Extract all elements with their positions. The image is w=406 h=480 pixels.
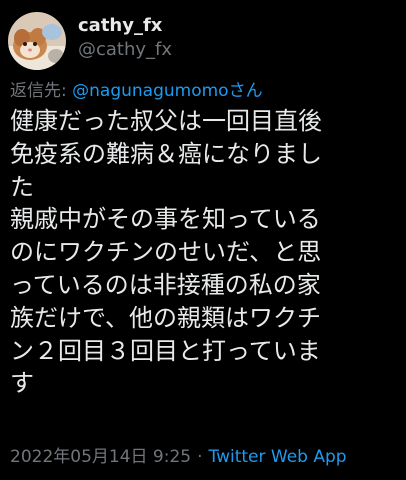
- display-name[interactable]: cathy_fx: [78, 14, 172, 38]
- tweet-text-line: す: [10, 369, 34, 398]
- tweet-text-line: 族だけで、他の親類はワクチ: [10, 303, 322, 332]
- tweet-text-line: 健康だった叔父は一回目直後: [10, 107, 322, 135]
- handle[interactable]: @cathy_fx: [78, 38, 172, 62]
- tweet: cathy_fx @cathy_fx 返信先: @nagunagumomoさん …: [0, 0, 406, 480]
- cat-avatar-icon: [8, 12, 66, 70]
- tweet-text-line: のにワクチンのせいだ、と思: [10, 238, 322, 267]
- reply-to-prefix: 返信先:: [10, 81, 73, 101]
- meta-separator: ·: [197, 447, 203, 467]
- avatar[interactable]: [8, 12, 66, 70]
- source-link[interactable]: Twitter Web App: [209, 447, 347, 467]
- tweet-meta: 2022年05月14日 9:25 · Twitter Web App: [10, 446, 347, 468]
- tweet-text-line: ン２回目３回目と打っていま: [10, 336, 321, 365]
- tweet-text-line: た: [10, 172, 34, 201]
- tweet-text-line: っているのは非接種の私の家: [10, 270, 321, 299]
- tweet-text: 健康だった叔父は一回目直後 免疫系の難病＆癌になりまし た 親戚中がその事を知っ…: [10, 105, 402, 400]
- reply-to: 返信先: @nagunagumomoさん: [10, 80, 263, 102]
- tweet-text-line: 免疫系の難病＆癌になりまし: [10, 139, 322, 168]
- author-names: cathy_fx @cathy_fx: [78, 14, 172, 62]
- tweet-header: cathy_fx @cathy_fx: [8, 12, 172, 70]
- tweet-text-line: 親戚中がその事を知っている: [10, 205, 321, 234]
- reply-to-mention-link[interactable]: @nagunagumomoさん: [72, 81, 262, 101]
- timestamp-link[interactable]: 2022年05月14日 9:25: [10, 447, 191, 467]
